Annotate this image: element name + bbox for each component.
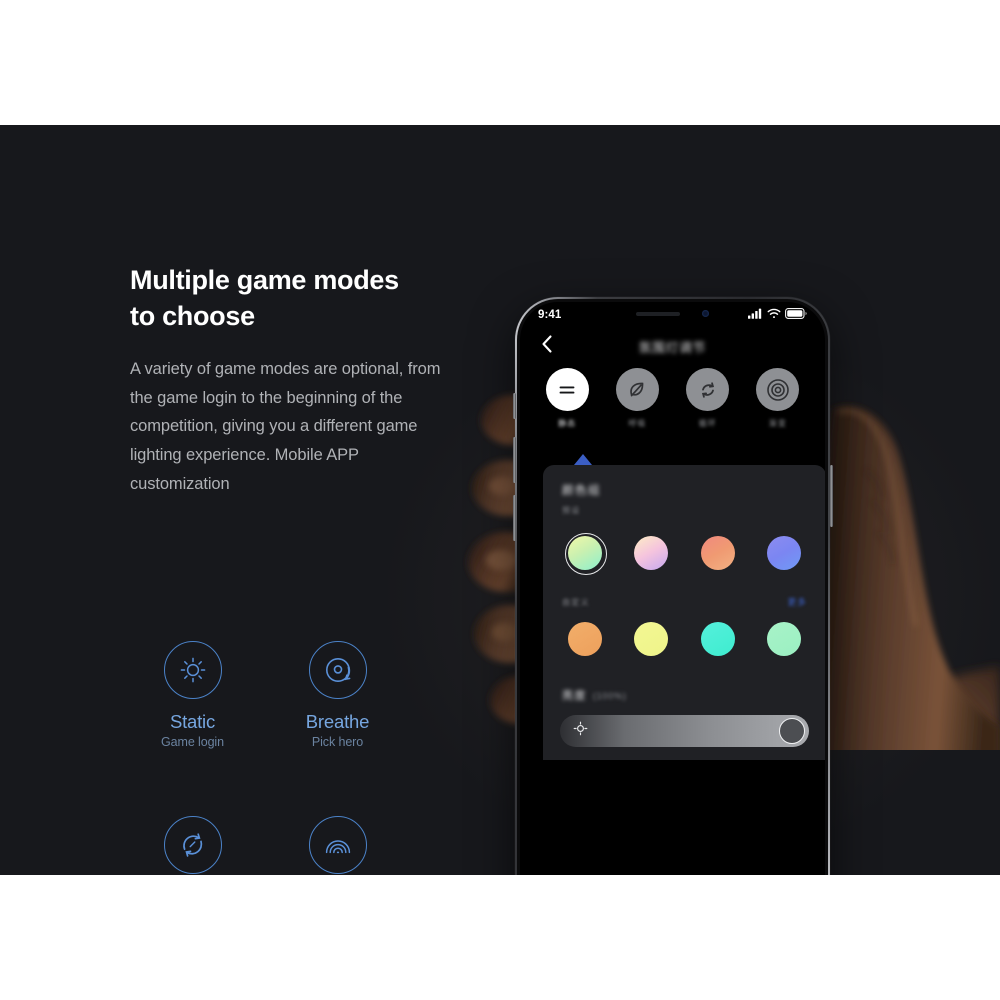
brightness-slider[interactable] [560, 715, 809, 747]
tab-label: 静态 [558, 419, 577, 428]
brightness-header: 亮度 (100%) [562, 687, 825, 703]
power-button[interactable] [829, 465, 833, 527]
color-settings-panel: 颜色组 预设 自定义 更多 亮度 (100%) [543, 465, 825, 760]
swatch-orange[interactable] [565, 619, 605, 659]
mode-item-burning-color[interactable]: Burning color Start to compete [265, 816, 410, 875]
body-paragraph: A variety of game modes are optional, fr… [130, 359, 441, 493]
game-mode-grid: Static Game login Breathe Pick hero [120, 641, 410, 875]
wifi-icon [767, 306, 781, 324]
nav-title: 氛围灯调节 [638, 340, 707, 355]
slider-knob[interactable] [779, 718, 805, 744]
active-tab-pointer [574, 454, 592, 465]
swatch-fill [568, 536, 602, 570]
tab-gradient[interactable]: 渐变 [749, 368, 807, 429]
swatch-green-mint[interactable] [565, 533, 607, 575]
custom-swatch-row [543, 619, 825, 659]
mode-item-cycle[interactable]: Cycle Cyclic loading [120, 816, 265, 875]
panel-section-subtitle: 预设 [562, 506, 581, 515]
swatch-turquoise[interactable] [698, 619, 738, 659]
equals-icon [545, 368, 589, 411]
mode-subtitle: Pick hero [311, 735, 364, 749]
panel-section-title: 颜色组 [562, 485, 601, 497]
swatch-fill [634, 536, 669, 570]
swatch-fill [766, 622, 801, 656]
more-link[interactable]: 更多 [788, 596, 807, 608]
mode-tab-bar: 静态 呼吸 循环 渐变 [520, 368, 825, 429]
mode-icon-ring [163, 641, 222, 699]
preset-swatch-row [543, 533, 825, 575]
cycle-icon [686, 368, 730, 411]
status-icons [748, 306, 807, 324]
mode-icon-ring [163, 816, 222, 874]
page-root: Multiple game modes to choose A variety … [0, 0, 1000, 1000]
tab-cycle[interactable]: 循环 [679, 368, 737, 429]
phone-mockup: 9:41 氛围灯调节 静态 呼吸 循环 渐变 颜色组 预设 自定义 更多 亮度 … [512, 297, 833, 875]
page-title: Multiple game modes to choose [130, 263, 460, 335]
notch [607, 302, 738, 325]
signal-icon [748, 306, 763, 324]
mode-subtitle: Game login [161, 735, 224, 749]
dark-hero-band: Multiple game modes to choose A variety … [0, 125, 1000, 875]
sun-icon [176, 653, 210, 687]
swatch-mint[interactable] [764, 619, 804, 659]
mode-title: Breathe [305, 711, 370, 732]
phone-screen: 9:41 氛围灯调节 静态 呼吸 循环 渐变 颜色组 预设 自定义 更多 亮度 … [520, 302, 825, 875]
swatch-cream-pink[interactable] [631, 533, 671, 573]
headline-line-2: to choose [130, 300, 255, 331]
mute-switch[interactable] [512, 393, 516, 419]
tab-label: 循环 [698, 419, 717, 428]
tab-breathe[interactable]: 呼吸 [608, 368, 666, 429]
mode-title: Static [169, 711, 216, 732]
app-nav-bar: 氛围灯调节 [520, 327, 825, 365]
swatch-yellow[interactable] [631, 619, 671, 659]
swatch-fill [700, 622, 735, 656]
tab-label: 渐变 [768, 419, 787, 428]
mode-item-breathe[interactable]: Breathe Pick hero [265, 641, 410, 749]
volume-up-button[interactable] [512, 437, 516, 483]
status-clock: 9:41 [538, 308, 562, 321]
swatch-salmon-orange[interactable] [698, 533, 738, 573]
brightness-icon [573, 721, 588, 741]
swatch-fill [634, 622, 669, 656]
tab-static[interactable]: 静态 [538, 368, 596, 429]
custom-section-header: 自定义 更多 [543, 596, 825, 608]
rainbow-icon [321, 828, 355, 862]
marketing-copy: Multiple game modes to choose A variety … [130, 263, 460, 498]
tab-label: 呼吸 [628, 419, 647, 428]
speaker-grille [636, 311, 680, 316]
swatch-fill [700, 536, 735, 570]
battery-icon [785, 306, 807, 324]
breathe-icon [321, 653, 355, 687]
front-camera-icon [702, 310, 709, 317]
mode-icon-ring [308, 641, 367, 699]
volume-down-button[interactable] [512, 495, 516, 541]
swatch-blue-violet[interactable] [764, 533, 804, 573]
custom-section-subtitle: 自定义 [562, 597, 590, 607]
brightness-value: (100%) [592, 691, 627, 701]
headline-line-1: Multiple game modes [130, 265, 399, 295]
cycle-icon [176, 828, 210, 862]
mode-item-static[interactable]: Static Game login [120, 641, 265, 749]
leaf-icon [615, 368, 659, 411]
swatch-fill [766, 536, 801, 570]
swatch-fill [568, 622, 602, 656]
concentric-icon [756, 368, 800, 411]
mode-icon-ring [308, 816, 367, 874]
brightness-label: 亮度 [562, 690, 587, 702]
